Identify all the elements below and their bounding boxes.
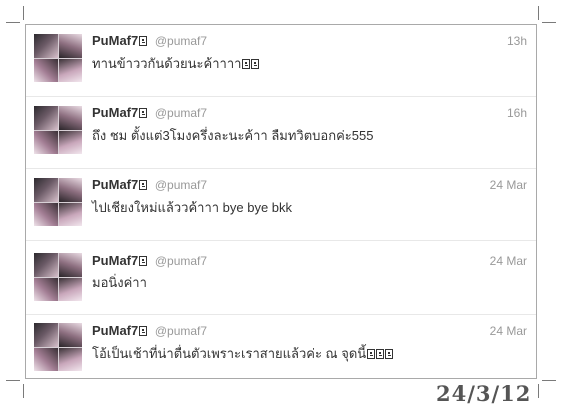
user-name[interactable]: PuMaf7 <box>92 323 138 338</box>
tweet-time[interactable]: 24 Mar <box>490 178 527 192</box>
avatar[interactable] <box>34 253 82 301</box>
user-name[interactable]: PuMaf7 <box>92 253 138 268</box>
user-handle[interactable]: @pumaf7 <box>155 106 207 120</box>
emoji-icon <box>385 349 394 359</box>
emoji-icon <box>376 349 385 359</box>
tweet-time[interactable]: 13h <box>507 34 527 48</box>
tweet-item[interactable]: PuMaf7 @pumaf7 13h ทานข้าววกันด้วยนะค้าา… <box>26 25 536 97</box>
tweet-text: ไปเชียงใหม่แล้ววค้าาา bye bye bkk <box>92 200 293 215</box>
user-name[interactable]: PuMaf7 <box>92 33 138 48</box>
crop-mark <box>542 22 556 23</box>
user-handle[interactable]: @pumaf7 <box>155 254 207 268</box>
crop-mark <box>6 22 20 23</box>
tweet-time[interactable]: 24 Mar <box>490 324 527 338</box>
tweet-time[interactable]: 16h <box>507 106 527 120</box>
user-handle[interactable]: @pumaf7 <box>155 324 207 338</box>
crop-mark <box>6 380 20 381</box>
emoji-icon <box>367 349 376 359</box>
user-name[interactable]: PuMaf7 <box>92 105 138 120</box>
user-name[interactable]: PuMaf7 <box>92 177 138 192</box>
tweet-item[interactable]: PuMaf7 @pumaf7 24 Mar โอ้เป็นเช้าที่น่าต… <box>26 315 536 378</box>
emoji-icon <box>251 59 260 69</box>
date-stamp: 24/3/12 <box>436 381 532 406</box>
avatar[interactable] <box>34 34 82 82</box>
avatar[interactable] <box>34 106 82 154</box>
tweet-item[interactable]: PuMaf7 @pumaf7 24 Mar ไปเชียงใหม่แล้ววค้… <box>26 169 536 241</box>
user-handle[interactable]: @pumaf7 <box>155 178 207 192</box>
emoji-icon <box>139 256 148 266</box>
emoji-icon <box>242 59 251 69</box>
emoji-icon <box>139 108 148 118</box>
emoji-icon <box>139 36 148 46</box>
crop-mark <box>538 6 539 20</box>
crop-mark <box>542 380 556 381</box>
avatar[interactable] <box>34 178 82 226</box>
tweet-time[interactable]: 24 Mar <box>490 254 527 268</box>
tweet-text: ทานข้าววกันด้วยนะค้าาาา <box>92 56 242 71</box>
crop-mark <box>23 6 24 20</box>
crop-mark <box>538 384 539 398</box>
emoji-icon <box>139 180 148 190</box>
avatar[interactable] <box>34 323 82 371</box>
tweet-item[interactable]: PuMaf7 @pumaf7 24 Mar มอนิ่งค่าา <box>26 241 536 315</box>
tweet-text: ถึง ชม ตั้งแต่3โมงครึ่งละนะค้าา ลืมทวิตบ… <box>92 128 374 143</box>
tweet-item[interactable]: PuMaf7 @pumaf7 16h ถึง ชม ตั้งแต่3โมงครึ… <box>26 97 536 169</box>
tweet-list: PuMaf7 @pumaf7 13h ทานข้าววกันด้วยนะค้าา… <box>25 24 537 379</box>
crop-mark <box>23 384 24 398</box>
tweet-text: มอนิ่งค่าา <box>92 275 147 290</box>
tweet-text: โอ้เป็นเช้าที่น่าตื่นตัวเพราะเราสายแล้วค… <box>92 346 367 361</box>
user-handle[interactable]: @pumaf7 <box>155 34 207 48</box>
emoji-icon <box>139 326 148 336</box>
